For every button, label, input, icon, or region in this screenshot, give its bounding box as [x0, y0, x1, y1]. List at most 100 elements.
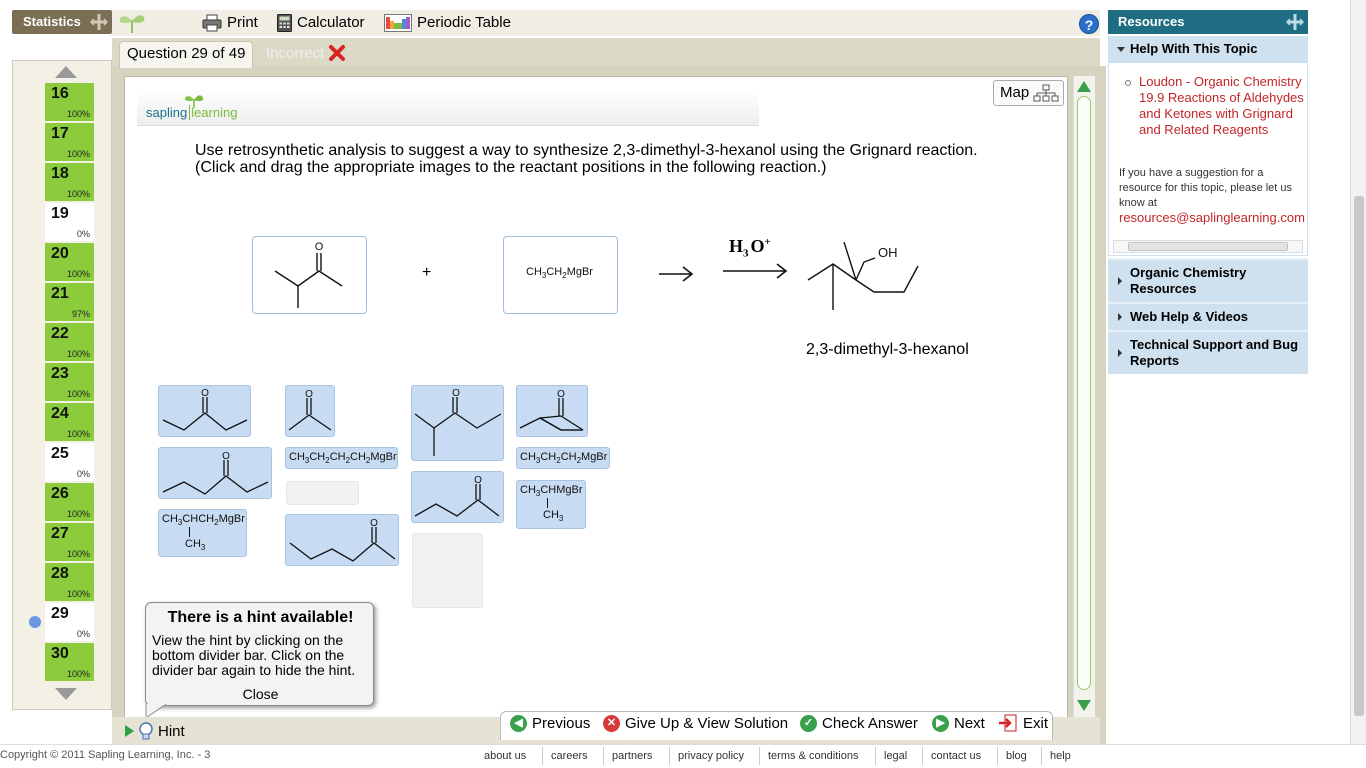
tile-slot-empty-2[interactable] [412, 533, 483, 608]
section-organic-chemistry-resources[interactable]: Organic Chemistry Resources [1108, 258, 1308, 302]
question-nav-item[interactable]: 28 100% [45, 563, 94, 601]
scroll-down-arrow-icon[interactable] [55, 688, 77, 700]
footer-link[interactable]: contact us [931, 750, 981, 762]
resources-email-link[interactable]: resources@saplinglearning.com [1119, 210, 1305, 225]
tile-hexan-2-one[interactable]: O [285, 514, 399, 566]
map-button[interactable]: Map [993, 80, 1064, 106]
tile-butan-2-one[interactable]: O [516, 385, 588, 437]
question-nav-item[interactable]: 21 97% [45, 283, 94, 321]
footer-link[interactable]: careers [551, 750, 588, 762]
question-nav-item[interactable]: 25 0% [45, 443, 94, 481]
question-nav-item[interactable]: 16 100% [45, 83, 94, 121]
question-nav-number: 30 [51, 645, 69, 662]
footer-link[interactable]: blog [1006, 750, 1027, 762]
tab-question[interactable]: Question 29 of 49 [119, 41, 253, 68]
tile-2-methylpentan-3-one[interactable]: O [411, 385, 504, 461]
exit-button[interactable]: Exit [998, 713, 1048, 733]
give-up-button[interactable]: ✕ Give Up & View Solution [603, 713, 788, 733]
page-scroll-thumb[interactable] [1354, 196, 1364, 716]
footer-link[interactable]: terms & conditions [768, 750, 858, 762]
printer-icon [202, 14, 222, 32]
check-answer-button[interactable]: ✓ Check Answer [800, 713, 918, 733]
print-button[interactable]: Print [202, 10, 258, 36]
resources-hscrollbar[interactable] [1113, 240, 1303, 253]
statistics-tab[interactable]: Statistics [12, 10, 112, 34]
footer-link[interactable]: about us [484, 750, 526, 762]
hint-button[interactable]: Hint [125, 722, 185, 740]
question-nav-item[interactable]: 17 100% [45, 123, 94, 161]
question-nav-number: 26 [51, 485, 69, 502]
question-nav-number: 28 [51, 565, 69, 582]
tile-hexan-3-one[interactable]: O [158, 447, 272, 499]
x-circle-icon: ✕ [603, 714, 620, 732]
reactant-drop-zone-2[interactable]: CH3CH2MgBr [503, 236, 618, 314]
help-topic-label: Help With This Topic [1130, 41, 1258, 56]
question-nav-percent: 100% [66, 149, 90, 159]
resources-header: Resources [1108, 10, 1308, 34]
section-technical-support[interactable]: Technical Support and Bug Reports [1108, 330, 1308, 374]
calculator-button[interactable]: Calculator [277, 10, 365, 36]
svg-text:O: O [201, 388, 209, 399]
tile-butyl-grignard[interactable]: CH3CH2CH2CH2MgBr [285, 447, 398, 469]
question-nav-number: 21 [51, 285, 69, 302]
print-label: Print [227, 14, 258, 31]
tile-pentan-2-one[interactable]: O [411, 471, 504, 523]
question-nav-percent: 100% [66, 269, 90, 279]
logo-sapling-word: sapling [146, 105, 188, 120]
scroll-up-arrow-icon[interactable] [55, 66, 77, 78]
check-circle-icon: ✓ [800, 714, 817, 732]
question-nav-number: 17 [51, 125, 69, 142]
hint-label: Hint [158, 722, 185, 740]
expanded-triangle-icon [1117, 47, 1125, 52]
question-tab-strip [112, 38, 1100, 68]
expand-icon[interactable] [90, 13, 108, 31]
question-nav-item[interactable]: 29 0% [45, 603, 94, 641]
tile-acetone[interactable]: O [285, 385, 335, 437]
question-nav-number: 18 [51, 165, 69, 182]
tile-sec-butyl-grignard[interactable]: CH3CHMgBr CH3 [516, 480, 586, 529]
sprout-icon [119, 15, 145, 33]
content-scroll-down-icon[interactable] [1077, 700, 1091, 711]
help-topic-body: Loudon - Organic Chemistry 19.9 Reaction… [1108, 62, 1308, 256]
footer-separator [759, 747, 760, 765]
loudon-resource-link[interactable]: Loudon - Organic Chemistry 19.9 Reaction… [1139, 74, 1304, 138]
tile-slot-empty-1[interactable] [286, 481, 359, 505]
tab-status[interactable]: Incorrect [266, 44, 346, 62]
section-web-help-videos[interactable]: Web Help & Videos [1108, 302, 1308, 330]
page-scrollbar[interactable] [1350, 0, 1366, 744]
help-topic-section-header[interactable]: Help With This Topic [1108, 36, 1308, 62]
question-nav-percent: 97% [71, 309, 90, 319]
question-nav-item[interactable]: 23 100% [45, 363, 94, 401]
reactant-drop-zone-1[interactable]: O [252, 236, 367, 314]
question-nav-item[interactable]: 26 100% [45, 483, 94, 521]
question-nav-item[interactable]: 30 100% [45, 643, 94, 681]
content-scroll-up-icon[interactable] [1077, 81, 1091, 92]
question-nav-percent: 100% [66, 389, 90, 399]
tile-propyl-grignard[interactable]: CH3CH2CH2MgBr [516, 447, 610, 469]
previous-button[interactable]: ◀ Previous [510, 713, 590, 733]
question-nav-item[interactable]: 27 100% [45, 523, 94, 561]
tile-isobutyl-grignard[interactable]: CH3CHCH2MgBr CH3 [158, 509, 247, 557]
footer-link[interactable]: partners [612, 750, 652, 762]
periodic-table-button[interactable]: Periodic Table [384, 10, 511, 36]
footer-link[interactable]: legal [884, 750, 907, 762]
footer-separator [922, 747, 923, 765]
tile-pentan-3-one[interactable]: O [158, 385, 251, 437]
footer-link[interactable]: privacy policy [678, 750, 744, 762]
current-question-dot [29, 616, 41, 628]
content-scroll-thumb[interactable] [1077, 96, 1091, 690]
question-nav-item[interactable]: 20 100% [45, 243, 94, 281]
question-nav-item[interactable]: 18 100% [45, 163, 94, 201]
footer-separator [997, 747, 998, 765]
question-nav-item[interactable]: 19 0% [45, 203, 94, 241]
question-nav-item[interactable]: 22 100% [45, 323, 94, 361]
exit-door-icon [999, 714, 1017, 732]
footer-link[interactable]: help [1050, 750, 1071, 762]
help-icon[interactable]: ? [1079, 14, 1099, 34]
collapse-icon[interactable] [1286, 13, 1304, 31]
next-button[interactable]: ▶ Next [932, 713, 985, 733]
question-nav-item[interactable]: 24 100% [45, 403, 94, 441]
hint-close-button[interactable]: Close [146, 686, 375, 702]
footer-separator [669, 747, 670, 765]
question-nav-number: 27 [51, 525, 69, 542]
